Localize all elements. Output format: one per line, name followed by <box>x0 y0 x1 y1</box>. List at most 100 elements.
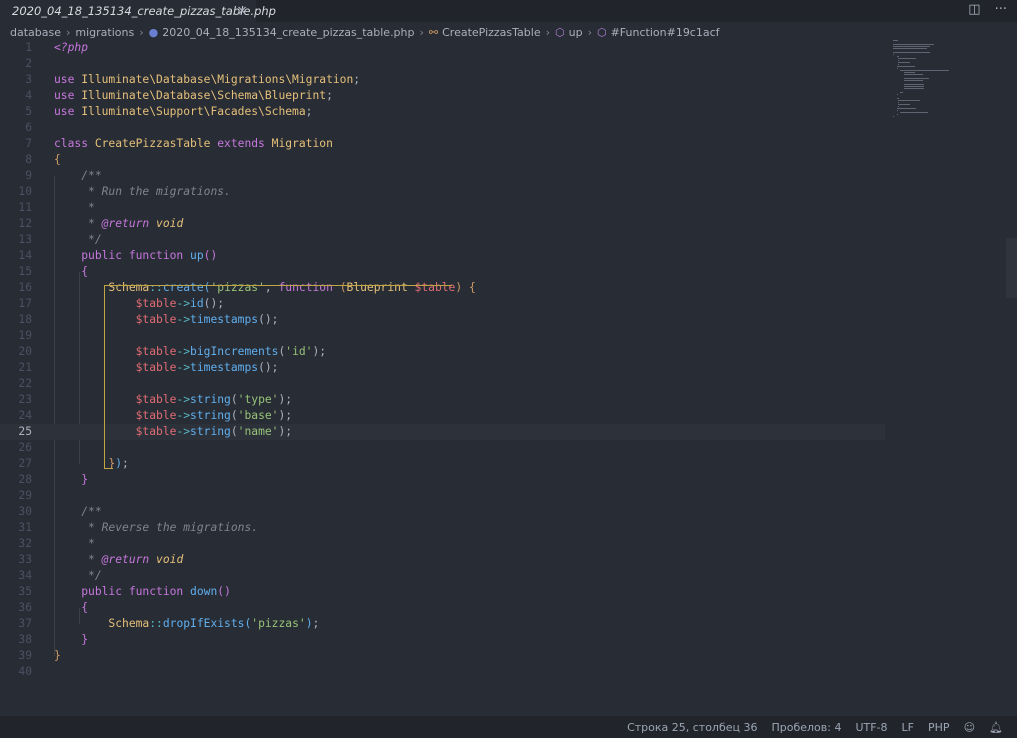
code-line[interactable]: 16 Schema::create('pizzas', function (Bl… <box>0 280 885 296</box>
feedback-icon[interactable]: ☺ <box>964 721 975 734</box>
minimap-line <box>900 112 929 113</box>
code-line[interactable]: 3 use Illuminate\Database\Migrations\Migr… <box>0 72 885 88</box>
minimap-line <box>896 98 900 99</box>
line-number: 4 <box>25 89 32 102</box>
code-text: { <box>81 601 89 614</box>
code-line[interactable]: 30 /** <box>0 504 885 520</box>
code-text: */ <box>81 233 102 246</box>
line-number: 40 <box>18 665 32 678</box>
code-line[interactable]: 31 * Reverse the migrations. <box>0 520 885 536</box>
editor-tab[interactable]: 2020_04_18_135134_create_pizzas_table.ph… <box>0 0 276 22</box>
code-line[interactable]: 17 $table->id(); <box>0 296 885 312</box>
code-text: { <box>54 153 61 166</box>
minimap-line <box>893 116 894 117</box>
code-text: */ <box>81 569 102 582</box>
code-line[interactable]: 7 class CreatePizzasTable extends Migrati… <box>0 136 885 152</box>
line-number: 10 <box>18 185 32 198</box>
code-line[interactable]: 36 { <box>0 600 885 616</box>
code-line[interactable]: 37 Schema::dropIfExists('pizzas'); <box>0 616 885 632</box>
code-text: } <box>54 649 61 662</box>
code-text: * @return void <box>81 553 184 566</box>
code-line[interactable]: 38 } <box>0 632 885 648</box>
code-line[interactable]: 8{ <box>0 152 885 168</box>
code-line[interactable]: 1 <?php <box>0 40 885 56</box>
split-editor-icon[interactable]: ◫ <box>968 2 980 17</box>
minimap-line <box>896 94 898 95</box>
line-number: 12 <box>18 217 32 230</box>
code-line[interactable]: 2 <box>0 56 885 72</box>
code-line[interactable]: 40 <box>0 664 885 680</box>
code-line[interactable]: 21 $table->timestamps(); <box>0 360 885 376</box>
minimap[interactable] <box>893 40 1003 130</box>
code-line[interactable]: 5 use Illuminate\Support\Facades\Schema; <box>0 104 885 120</box>
minimap-line <box>896 110 898 111</box>
code-line[interactable]: 23 $table->string('type'); <box>0 392 885 408</box>
minimap-line <box>897 62 911 63</box>
code-line[interactable]: 29 <box>0 488 885 504</box>
code-line[interactable]: 24 $table->string('base'); <box>0 408 885 424</box>
code-line[interactable]: 33 * @return void <box>0 552 885 568</box>
bell-icon[interactable]: 🔔︎ <box>989 721 1003 734</box>
code-line[interactable]: 4 use Illuminate\Database\Schema\Blueprin… <box>0 88 885 104</box>
code-line[interactable]: 27 }); <box>0 456 885 472</box>
end-of-line[interactable]: LF <box>902 721 914 734</box>
cursor-position[interactable]: Строка 25, столбец 36 <box>627 721 757 734</box>
code-line[interactable]: 22 <box>0 376 885 392</box>
code-line[interactable]: 6 <box>0 120 885 136</box>
line-number: 34 <box>18 569 32 582</box>
minimap-line <box>897 60 899 61</box>
more-icon[interactable]: ··· <box>995 2 1007 17</box>
code-line[interactable]: 35 public function down() <box>0 584 885 600</box>
minimap-line <box>896 66 915 67</box>
minimap-line <box>893 52 930 53</box>
code-line[interactable]: 15 { <box>0 264 885 280</box>
code-line[interactable]: 34 */ <box>0 568 885 584</box>
breadcrumb-item[interactable]: ⬡ up <box>555 26 583 39</box>
code-line[interactable]: 39} <box>0 648 885 664</box>
code-line[interactable]: 32 * <box>0 536 885 552</box>
code-text: use Illuminate\Support\Facades\Schema; <box>54 105 313 118</box>
code-text: $table->string('type'); <box>135 393 293 406</box>
code-line[interactable]: 13 */ <box>0 232 885 248</box>
encoding[interactable]: UTF-8 <box>855 721 887 734</box>
code-line[interactable]: 25 $table->string('name'); <box>0 424 885 440</box>
code-line[interactable]: 18 $table->timestamps(); <box>0 312 885 328</box>
breadcrumb-item[interactable]: migrations <box>75 26 134 39</box>
breadcrumb-item[interactable]: ⬡ #Function#19c1acf <box>597 26 720 39</box>
language-mode[interactable]: PHP <box>928 721 950 734</box>
code-text: $table->timestamps(); <box>135 361 279 374</box>
code-line[interactable]: 20 $table->bigIncrements('id'); <box>0 344 885 360</box>
code-line[interactable]: 19 <box>0 328 885 344</box>
breadcrumb-item[interactable]: ⚯ CreatePizzasTable <box>429 26 541 39</box>
line-number: 33 <box>18 553 32 566</box>
line-number: 36 <box>18 601 32 614</box>
minimap-line <box>896 56 900 57</box>
scrollbar-thumb[interactable] <box>1006 238 1017 298</box>
method-icon: ⬡ <box>555 25 565 39</box>
line-number: 15 <box>18 265 32 278</box>
line-number: 17 <box>18 297 32 310</box>
code-line[interactable]: 12 * @return void <box>0 216 885 232</box>
code-text: { <box>81 265 89 278</box>
code-line[interactable]: 26 <box>0 440 885 456</box>
close-icon[interactable]: × <box>236 3 248 19</box>
bracket-highlight <box>104 285 113 469</box>
minimap-line <box>897 58 917 59</box>
minimap-line <box>893 48 928 49</box>
breadcrumb-item[interactable]: database <box>10 26 61 39</box>
minimap-line <box>903 88 925 89</box>
breadcrumb-label: CreatePizzasTable <box>442 25 541 39</box>
line-number: 11 <box>18 201 32 214</box>
line-number: 14 <box>18 249 32 262</box>
indentation[interactable]: Пробелов: 4 <box>771 721 841 734</box>
line-number: 6 <box>25 121 32 134</box>
line-number: 35 <box>18 585 32 598</box>
code-line[interactable]: 14 public function up() <box>0 248 885 264</box>
code-line[interactable]: 9 /** <box>0 168 885 184</box>
code-line[interactable]: 11 * <box>0 200 885 216</box>
code-editor[interactable]: 1 <?php 2 3 use Illuminate\Database\Migratio… <box>0 40 885 716</box>
code-line[interactable]: 28 } <box>0 472 885 488</box>
vertical-scrollbar[interactable] <box>1006 40 1017 716</box>
breadcrumb-item[interactable]: ● 2020_04_18_135134_create_pizzas_table.p… <box>149 26 415 39</box>
code-line[interactable]: 10 * Run the migrations. <box>0 184 885 200</box>
